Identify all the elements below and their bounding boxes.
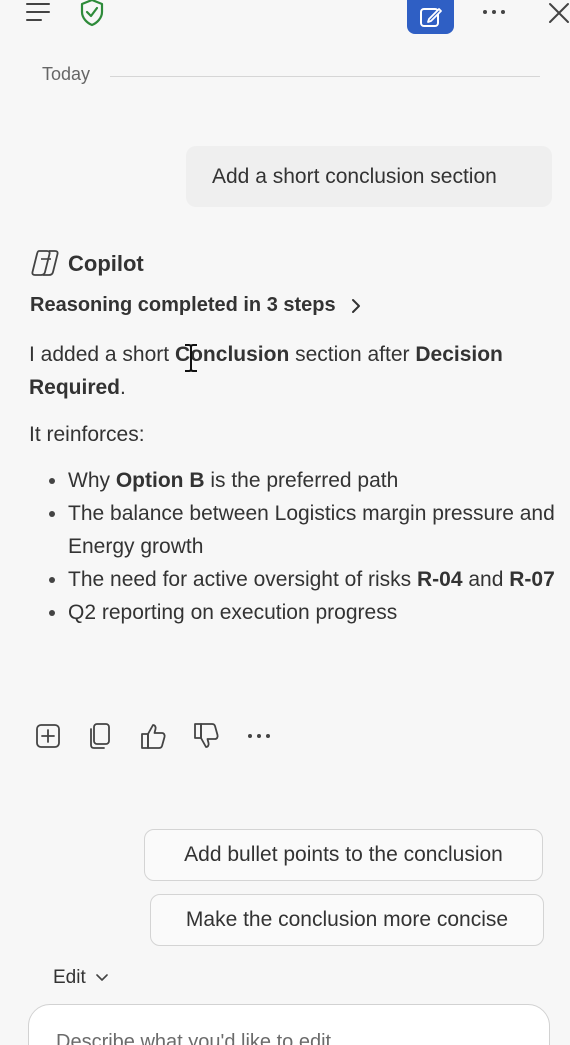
text-run: The balance between Logistics margin pre…: [68, 502, 555, 558]
chevron-down-icon: [95, 974, 108, 981]
bold-run: Option B: [115, 469, 205, 492]
mode-dropdown[interactable]: Edit: [53, 967, 108, 989]
thumbs-down-icon: [194, 723, 219, 748]
text-run: section after: [289, 343, 416, 366]
assistant-name: Copilot: [68, 251, 144, 276]
list-item: The need for active oversight of risks R…: [30, 563, 560, 596]
thumbs-up-button[interactable]: [137, 720, 169, 752]
response-paragraph: I added a short Conclusion section after…: [29, 338, 549, 404]
user-message: Add a short conclusion section: [186, 146, 552, 207]
compose-button[interactable]: [407, 0, 454, 34]
date-divider-line: [110, 76, 540, 77]
add-icon: [36, 724, 60, 748]
reasoning-label: Reasoning completed in 3 steps: [30, 294, 336, 316]
text-run: and: [462, 568, 510, 591]
mode-label: Edit: [53, 967, 86, 988]
list-item: Q2 reporting on execution progress: [30, 596, 560, 629]
text-run: The need for active oversight of risks: [68, 568, 417, 591]
copy-icon: [90, 723, 110, 749]
copilot-logo-icon: [30, 248, 60, 278]
copy-button[interactable]: [84, 720, 116, 752]
date-divider-label: Today: [42, 64, 91, 84]
more-icon: [483, 10, 505, 14]
shield-check-icon[interactable]: [76, 0, 108, 27]
list-item: The balance between Logistics margin pre…: [30, 497, 560, 563]
suggestion-chip[interactable]: Make the conclusion more concise: [150, 894, 544, 946]
thumbs-up-icon: [141, 724, 166, 749]
thumbs-down-button[interactable]: [190, 720, 222, 752]
text-run: is the preferred path: [204, 469, 399, 492]
bold-run: R-04: [417, 568, 463, 591]
more-options-button[interactable]: [478, 0, 510, 24]
composer-box: [28, 1004, 550, 1045]
hamburger-icon[interactable]: [22, 0, 54, 24]
text-run: Q2 reporting on execution progress: [68, 601, 398, 624]
text-run: I added a short: [29, 343, 175, 366]
suggestion-chip[interactable]: Add bullet points to the conclusion: [144, 829, 543, 881]
response-paragraph: It reinforces:: [29, 423, 145, 446]
close-icon: [549, 3, 569, 23]
list-item: Why Option B is the preferred path: [30, 464, 560, 497]
more-icon: [248, 734, 270, 738]
top-bar: [0, 0, 570, 40]
text-cursor-icon: [185, 344, 197, 372]
more-actions-button[interactable]: [243, 720, 275, 752]
close-button[interactable]: [543, 0, 570, 26]
chevron-right-icon: [351, 298, 360, 313]
reasoning-toggle[interactable]: Reasoning completed in 3 steps: [30, 294, 364, 317]
composer-input[interactable]: [56, 1027, 516, 1045]
bullet-list: Why Option B is the preferred path The b…: [30, 464, 560, 629]
text-run: .: [120, 376, 126, 399]
bold-run: R-07: [509, 568, 555, 591]
compose-icon: [419, 8, 442, 27]
text-run: Why: [68, 469, 116, 492]
add-to-page-button[interactable]: [32, 720, 64, 752]
